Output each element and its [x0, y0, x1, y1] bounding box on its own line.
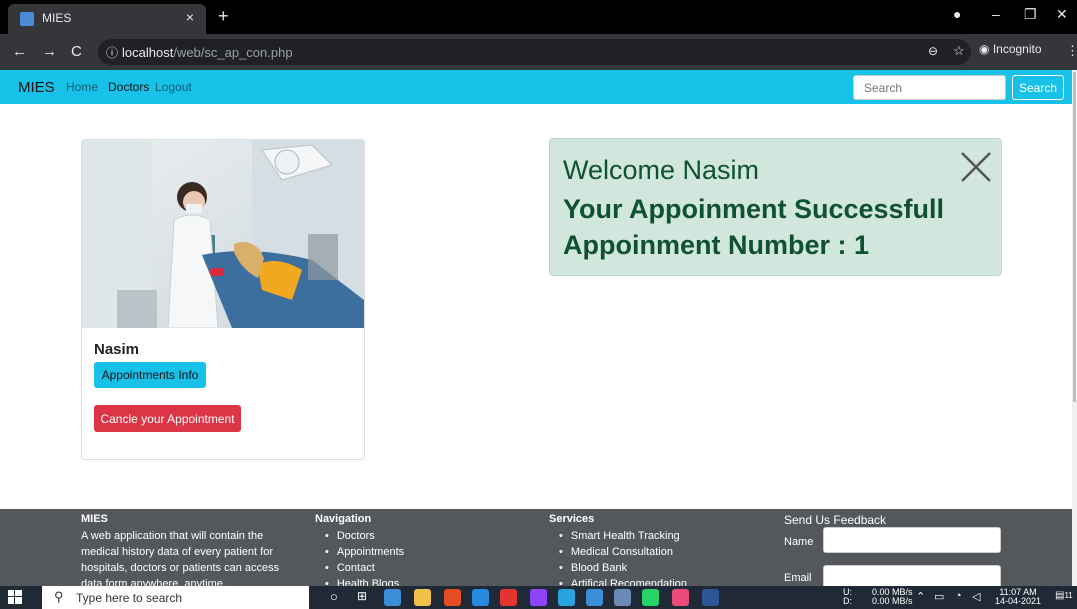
success-line: Your Appoinment Successfull — [563, 194, 945, 224]
footer-services: Services Smart Health Tracking Medical C… — [549, 513, 687, 586]
whatsapp-icon[interactable] — [642, 589, 659, 606]
task-view-icon[interactable]: ⊞ — [357, 589, 374, 606]
url-text: localhost/web/sc_ap_con.php — [122, 45, 293, 60]
footer-service-recommendation[interactable]: Artifical Recomendation — [549, 576, 687, 586]
forward-icon[interactable]: → — [42, 43, 57, 60]
doctor-card: Nasim Appointments Info Cancle your Appo… — [81, 139, 365, 460]
feedback-name-label: Name — [784, 536, 814, 548]
patient-name: Nasim — [94, 341, 140, 358]
net-down-speed: 0.00 MB/s — [872, 596, 913, 606]
dentist-photo — [82, 140, 364, 328]
app-icon[interactable] — [500, 589, 517, 606]
footer-link-health-blogs[interactable]: Health Blogs — [315, 576, 404, 586]
close-icon[interactable] — [960, 151, 992, 183]
minimize-icon[interactable]: – — [992, 6, 1000, 22]
footer-link-appointments[interactable]: Appointments — [315, 544, 404, 560]
search-button[interactable]: Search — [1012, 75, 1064, 100]
cortana-icon[interactable]: ○ — [330, 589, 347, 606]
site-navbar: MIES Home Doctors Logout Search — [0, 70, 1072, 104]
feedback-email-label: Email — [784, 572, 812, 584]
network-app-icon[interactable] — [614, 589, 631, 606]
incognito-indicator[interactable]: ◉ Incognito — [979, 42, 1042, 56]
success-alert: Welcome Nasim Your Appoinment Successful… — [549, 138, 1002, 276]
notification-icon[interactable]: ▤11 — [1055, 590, 1073, 601]
tray-chevron-icon[interactable]: ⌃ — [916, 590, 925, 603]
footer-about: MIES A web application that will contain… — [81, 513, 291, 586]
footer-about-title: MIES — [81, 513, 108, 525]
search-input[interactable] — [853, 75, 1006, 100]
back-icon[interactable]: ← — [12, 43, 27, 60]
vscode-icon[interactable] — [472, 589, 489, 606]
menu-icon[interactable]: ⋮ — [1066, 43, 1077, 59]
footer-service-tracking[interactable]: Smart Health Tracking — [549, 528, 687, 544]
appointments-info-button[interactable]: Appointments Info — [94, 362, 206, 388]
zoom-icon[interactable]: ⊖ — [928, 44, 938, 58]
footer-navigation: Navigation Doctors Appointments Contact … — [315, 513, 404, 586]
footer-nav-title: Navigation — [315, 513, 372, 525]
clock[interactable]: 11:07 AM 14-04-2021 — [993, 588, 1043, 606]
chrome-icon[interactable] — [384, 589, 401, 606]
net-labels: U: D: — [843, 588, 852, 606]
messenger-icon[interactable] — [530, 589, 547, 606]
feedback-name-input[interactable] — [823, 527, 1001, 553]
bookmark-star-icon[interactable]: ☆ — [953, 43, 965, 59]
battery-icon[interactable]: ▭ — [934, 590, 944, 603]
volume-icon[interactable]: ◁ — [972, 590, 980, 603]
nav-doctors[interactable]: Doctors — [108, 80, 149, 94]
file-explorer-icon[interactable] — [414, 589, 431, 606]
footer-service-blood-bank[interactable]: Blood Bank — [549, 560, 687, 576]
notification-count: 11 — [1064, 591, 1073, 600]
search-icon: ⚲ — [54, 589, 64, 604]
maximize-icon[interactable]: ❐ — [1024, 6, 1037, 23]
wifi-icon[interactable]: ◔ — [955, 590, 962, 602]
window-close-icon[interactable]: ✕ — [1056, 6, 1068, 23]
tab-title: MIES — [42, 11, 72, 25]
footer-link-doctors[interactable]: Doctors — [315, 528, 404, 544]
appointment-number-line: Appoinment Number : 1 — [563, 230, 870, 260]
clock-date: 14-04-2021 — [994, 596, 1042, 606]
word-icon[interactable] — [702, 589, 719, 606]
footer-services-title: Services — [549, 513, 595, 525]
telegram-icon[interactable] — [558, 589, 575, 606]
footer-link-contact[interactable]: Contact — [315, 560, 404, 576]
cancel-appointment-button[interactable]: Cancle your Appointment — [94, 405, 241, 432]
address-bar-row: ← → C ⓘ localhost/web/sc_ap_con.php ⊖ ☆ … — [0, 34, 1077, 70]
appointment-message: Your Appoinment Successfull Appoinment N… — [563, 191, 944, 263]
tab-close-icon[interactable]: × — [186, 9, 194, 25]
xampp-icon[interactable] — [672, 589, 689, 606]
footer-service-consultation[interactable]: Medical Consultation — [549, 544, 687, 560]
net-speed: 0.00 MB/s 0.00 MB/s — [872, 588, 913, 606]
footer-feedback-title: Send Us Feedback — [784, 513, 887, 527]
feedback-email-input[interactable] — [823, 565, 1001, 586]
chrome-profile-icon[interactable] — [586, 589, 603, 606]
reload-icon[interactable]: C — [71, 43, 82, 60]
profile-icon[interactable]: ● — [953, 6, 961, 22]
scrollbar-thumb[interactable] — [1073, 72, 1076, 402]
welcome-message: Welcome Nasim — [563, 155, 760, 185]
net-down-label: D: — [843, 596, 852, 606]
new-tab-icon[interactable]: + — [218, 6, 229, 27]
taskbar-search-placeholder: Type here to search — [76, 591, 183, 605]
browser-tab[interactable]: MIES × — [8, 4, 206, 34]
favicon-icon — [20, 12, 34, 26]
info-icon[interactable]: ⓘ — [106, 44, 118, 61]
nav-home[interactable]: Home — [66, 80, 98, 94]
os-taskbar: ⚲ Type here to search ○ ⊞ U: D: 0.00 MB/… — [0, 586, 1077, 609]
footer-about-text: A web application that will contain the … — [81, 530, 280, 586]
sublime-icon[interactable] — [444, 589, 461, 606]
browser-tab-bar: MIES × + ● – ❐ ✕ — [0, 0, 1077, 34]
incognito-icon: ◉ — [979, 42, 990, 56]
site-footer: MIES A web application that will contain… — [0, 509, 1072, 586]
brand-logo[interactable]: MIES — [18, 79, 55, 96]
taskbar-search[interactable]: ⚲ Type here to search — [42, 586, 309, 609]
windows-start-icon[interactable] — [8, 590, 22, 604]
nav-logout[interactable]: Logout — [155, 80, 192, 94]
